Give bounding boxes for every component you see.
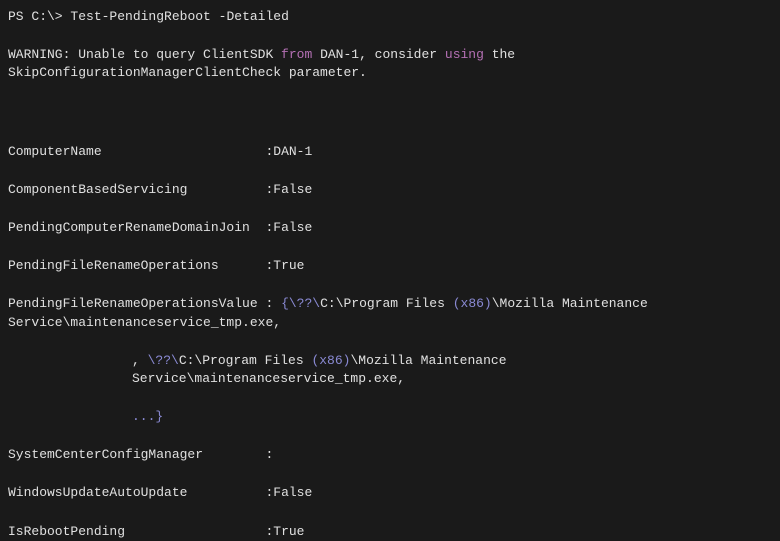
prop-label: PendingFileRenameOperations — [8, 257, 265, 275]
prop-label: ComponentBasedServicing — [8, 181, 265, 199]
prop-isrebootpending: IsRebootPending : True — [8, 523, 772, 541]
keyword-using: using — [445, 47, 484, 62]
prop-value: False — [273, 219, 312, 237]
prop-value: DAN-1 — [273, 143, 312, 161]
prop-systemcenterconfigmanager: SystemCenterConfigManager : — [8, 446, 772, 464]
prop-value: True — [273, 523, 304, 541]
brace-open: { — [281, 296, 289, 311]
continuation-end: ...} — [132, 408, 772, 426]
paren-x86: (x86) — [311, 353, 350, 368]
warning-message: WARNING: Unable to query ClientSDK from … — [8, 46, 772, 82]
prop-label: IsRebootPending — [8, 523, 265, 541]
colon: : — [265, 484, 273, 502]
command-line: PS C:\> Test-PendingReboot -Detailed — [8, 8, 772, 26]
prop-value: False — [273, 181, 312, 199]
colon: : — [265, 446, 273, 464]
continuation-line: , \??\C:\Program Files (x86)\Mozilla Mai… — [132, 352, 772, 388]
prop-pendingfilerenameoperationsvalue: PendingFileRenameOperationsValue : {\??\… — [8, 295, 772, 426]
command-name: Test-PendingReboot — [70, 9, 210, 24]
escape-seq: \??\ — [289, 296, 320, 311]
colon: : — [265, 181, 273, 199]
prop-pendingcomputerrenamedomainjoin: PendingComputerRenameDomainJoin : False — [8, 219, 772, 237]
colon: : — [265, 257, 273, 275]
colon: : — [265, 523, 273, 541]
prompt-prefix: PS C:\> — [8, 9, 70, 24]
prop-computername: ComputerName : DAN-1 — [8, 143, 772, 161]
prop-value: False — [273, 484, 312, 502]
prop-windowsupdateautoupdate: WindowsUpdateAutoUpdate : False — [8, 484, 772, 502]
keyword-from: from — [281, 47, 312, 62]
command-arg: -Detailed — [211, 9, 289, 24]
prop-value: True — [273, 257, 304, 275]
prop-label: WindowsUpdateAutoUpdate — [8, 484, 265, 502]
path-segment: C:\Program Files — [179, 353, 312, 368]
prop-label: PendingFileRenameOperationsValue — [8, 295, 265, 313]
prop-pendingfilerenameoperations: PendingFileRenameOperations : True — [8, 257, 772, 275]
sep: , — [132, 353, 148, 368]
prop-componentbasedservicing: ComponentBasedServicing : False — [8, 181, 772, 199]
escape-seq: \??\ — [148, 353, 179, 368]
colon: : — [265, 296, 281, 311]
paren-x86: (x86) — [453, 296, 492, 311]
output-results: ComputerName : DAN-1 ComponentBasedServi… — [8, 143, 772, 541]
prop-label: SystemCenterConfigManager — [8, 446, 265, 464]
warning-mid: DAN-1, consider — [312, 47, 445, 62]
prop-label: ComputerName — [8, 143, 265, 161]
colon: : — [265, 219, 273, 237]
path-segment: C:\Program Files — [320, 296, 453, 311]
warning-prefix: WARNING: Unable to query ClientSDK — [8, 47, 281, 62]
colon: : — [265, 143, 273, 161]
brace-close: ...} — [132, 409, 163, 424]
prop-label: PendingComputerRenameDomainJoin — [8, 219, 265, 237]
